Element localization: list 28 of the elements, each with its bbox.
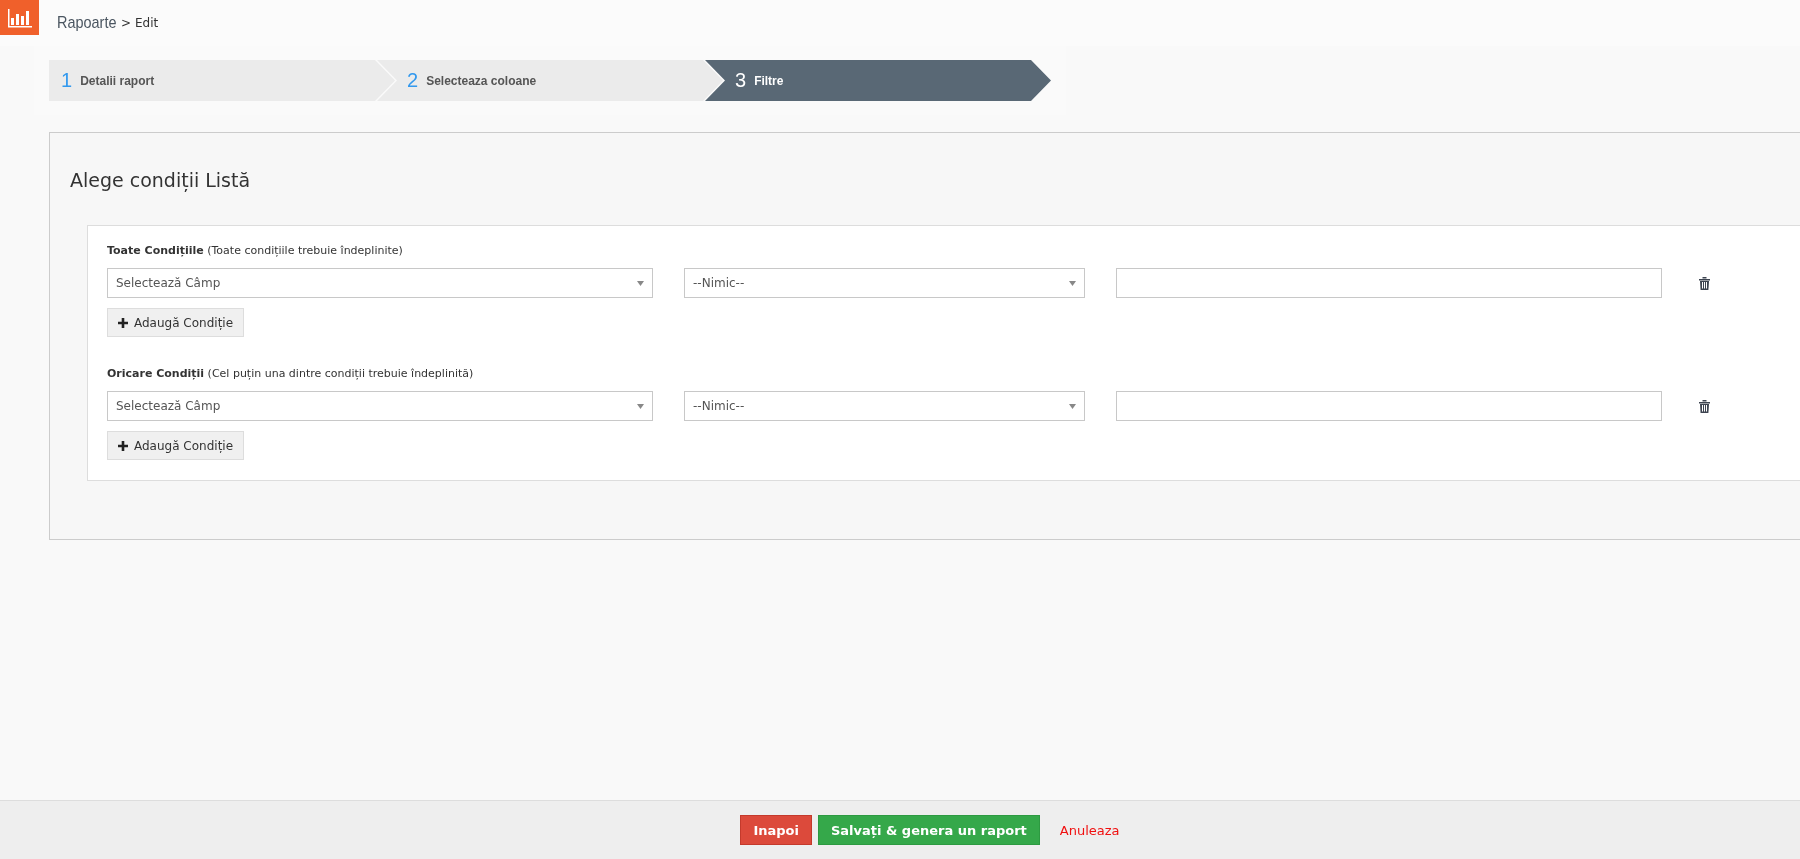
value-input-field[interactable] <box>1116 268 1662 298</box>
caret-icon <box>1069 403 1076 409</box>
back-button[interactable]: Inapoi <box>740 815 812 845</box>
step-tab[interactable]: 1 Detalii raport <box>49 60 395 101</box>
caret-icon <box>637 403 644 409</box>
group-title: Oricare Condiții (Cel puțin una dintre condiții trebuie îndeplinită) <box>107 367 475 380</box>
trash-icon[interactable] <box>1699 399 1710 413</box>
breadcrumb-link[interactable]: Rapoarte <box>57 13 117 33</box>
add-condition-button[interactable]: Adaugă Condiție <box>107 431 245 460</box>
caret-icon <box>637 280 644 286</box>
step-tab[interactable]: 3 Filtre <box>705 60 1051 101</box>
chart-logo-icon[interactable] <box>0 0 39 35</box>
step-tab[interactable]: 2 Selecteaza coloane <box>377 60 723 101</box>
breadcrumb-separator: > <box>120 16 131 30</box>
operator-dropdown[interactable]: --Nimic-- <box>684 268 1085 298</box>
breadcrumb-current: Edit <box>135 16 159 30</box>
plus-icon <box>118 317 128 328</box>
value-input-field[interactable] <box>1116 391 1662 421</box>
cancel-link[interactable]: Anuleaza <box>1059 822 1120 838</box>
panel-title: Alege condiții Listă <box>70 169 252 191</box>
trash-icon[interactable] <box>1699 276 1710 290</box>
plus-icon <box>118 440 128 451</box>
field-dropdown[interactable]: Selectează Câmp <box>107 391 653 421</box>
operator-dropdown[interactable]: --Nimic-- <box>684 391 1085 421</box>
add-condition-button[interactable]: Adaugă Condiție <box>107 308 245 337</box>
group-title: Toate Condițiile (Toate condițiile trebuie îndeplinite) <box>107 244 404 257</box>
field-dropdown[interactable]: Selectează Câmp <box>107 268 653 298</box>
caret-icon <box>1069 280 1076 286</box>
